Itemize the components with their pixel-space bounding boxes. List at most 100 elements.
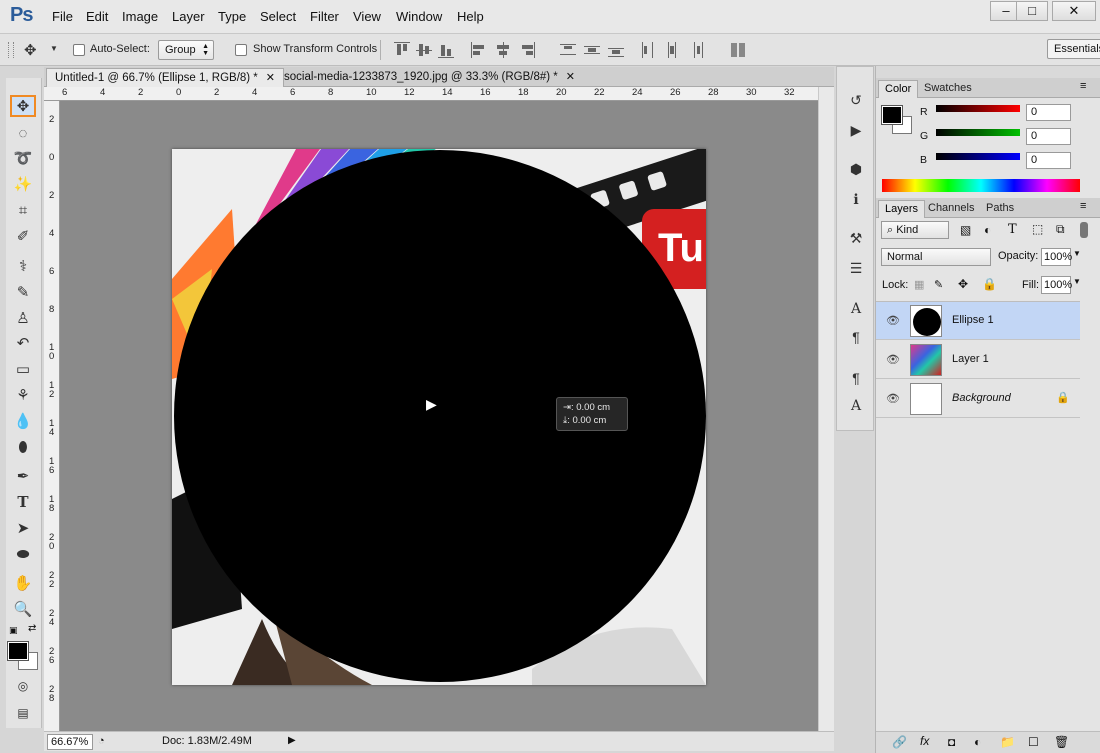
quick-select-icon[interactable]: ✨: [10, 173, 36, 195]
path-selection-icon[interactable]: ➤: [10, 517, 36, 539]
close-icon[interactable]: ✕: [266, 72, 275, 84]
new-group-icon[interactable]: 📁: [1000, 735, 1015, 749]
align-left-icon[interactable]: [471, 42, 487, 58]
tab-color[interactable]: Color: [878, 80, 919, 98]
menu-select[interactable]: Select: [260, 9, 296, 24]
green-value[interactable]: 0: [1026, 128, 1071, 145]
tab-channels[interactable]: Channels: [922, 200, 980, 218]
crop-icon[interactable]: ⌗: [10, 199, 36, 221]
info-panel-icon[interactable]: ℹ: [845, 188, 867, 210]
dodge-icon[interactable]: ⬮: [10, 436, 36, 458]
tab-layers[interactable]: Layers: [878, 200, 926, 218]
green-slider[interactable]: [936, 129, 1020, 136]
panel-menu-icon[interactable]: ≡: [1080, 80, 1086, 92]
3d-panel-icon[interactable]: ⬢: [845, 158, 867, 180]
maximize-button[interactable]: □: [1016, 1, 1048, 21]
align-vcenter-icon[interactable]: [416, 42, 432, 58]
delete-layer-icon[interactable]: 🗑: [1054, 735, 1069, 749]
menu-image[interactable]: Image: [122, 9, 158, 24]
layer-style-fx-icon[interactable]: fx: [920, 734, 929, 748]
move-tool-icon[interactable]: ✥: [10, 95, 36, 117]
document-canvas[interactable]: Tu ⇥: 0.00 cm ⤓: 0.00 cm ▶: [172, 149, 706, 685]
preset-chevron-down-icon[interactable]: ▼: [50, 44, 58, 53]
eyedropper-icon[interactable]: ✐: [10, 225, 36, 247]
align-right-icon[interactable]: [519, 42, 535, 58]
workspace-switcher[interactable]: Essentials: [1047, 39, 1100, 59]
layer-row-ellipse-1[interactable]: 👁 Ellipse 1: [876, 302, 1080, 340]
distribute-vcenter-icon[interactable]: [584, 42, 600, 58]
blur-drop-icon[interactable]: 💧: [10, 410, 36, 432]
lock-position-icon[interactable]: ✥: [958, 277, 968, 291]
red-value[interactable]: 0: [1026, 104, 1071, 121]
history-panel-icon[interactable]: ↺: [845, 89, 867, 111]
distribute-left-icon[interactable]: [640, 42, 656, 58]
filter-toggle[interactable]: [1080, 222, 1088, 238]
lock-all-icon[interactable]: 🔒: [982, 277, 997, 291]
adjustment-filter-icon[interactable]: ◐: [984, 223, 991, 237]
shape-filter-icon[interactable]: ⬚: [1032, 222, 1043, 236]
tab-paths[interactable]: Paths: [980, 200, 1020, 218]
zoom-icon[interactable]: 🔍: [10, 598, 36, 620]
quick-mask-icon[interactable]: ◎: [10, 675, 36, 697]
lasso-icon[interactable]: ➰: [10, 147, 36, 169]
distribute-right-icon[interactable]: [688, 42, 704, 58]
layer-row-background[interactable]: 👁 Background 🔒: [876, 380, 1080, 418]
healing-brush-icon[interactable]: ⚕: [10, 255, 36, 277]
visibility-eye-icon[interactable]: 👁: [886, 353, 900, 366]
default-colors-icon[interactable]: ▣: [9, 625, 18, 636]
distribute-bottom-icon[interactable]: [608, 42, 624, 58]
auto-align-layers-icon[interactable]: [730, 42, 746, 58]
menu-layer[interactable]: Layer: [172, 9, 205, 24]
menu-view[interactable]: View: [353, 9, 381, 24]
fill-value[interactable]: 100%: [1041, 276, 1072, 294]
pen-icon[interactable]: ✒: [10, 465, 36, 487]
blue-value[interactable]: 0: [1026, 152, 1071, 169]
type-tool-icon[interactable]: T: [10, 491, 36, 513]
close-icon[interactable]: ✕: [566, 71, 575, 83]
menu-help[interactable]: Help: [457, 9, 484, 24]
visibility-eye-icon[interactable]: 👁: [886, 392, 900, 405]
zoom-level-field[interactable]: 66.67%: [47, 734, 93, 750]
character-panel-icon[interactable]: A: [845, 298, 867, 320]
distribute-hcenter-icon[interactable]: [664, 42, 680, 58]
red-slider[interactable]: [936, 105, 1020, 112]
paint-bucket-icon[interactable]: ⚘: [10, 384, 36, 406]
menu-filter[interactable]: Filter: [310, 9, 339, 24]
elliptical-marquee-icon[interactable]: ◌: [10, 122, 36, 144]
swap-colors-icon[interactable]: ⇄: [28, 623, 36, 634]
adjustment-layer-icon[interactable]: ◐: [974, 735, 981, 749]
align-hcenter-icon[interactable]: [495, 42, 511, 58]
tab-swatches[interactable]: Swatches: [918, 80, 978, 98]
distribute-top-icon[interactable]: [560, 42, 576, 58]
close-window-button[interactable]: ✕: [1052, 1, 1096, 21]
foreground-color-swatch[interactable]: [7, 641, 29, 661]
tab-social-media[interactable]: social-media-1233873_1920.jpg @ 33.3% (R…: [276, 68, 583, 87]
layer-name[interactable]: Layer 1: [952, 353, 989, 365]
visibility-eye-icon[interactable]: 👁: [886, 314, 900, 327]
history-brush-icon[interactable]: ↶: [10, 332, 36, 354]
color-spectrum-ramp[interactable]: [882, 179, 1080, 192]
menu-type[interactable]: Type: [218, 9, 246, 24]
align-bottom-icon[interactable]: [438, 42, 454, 58]
add-mask-icon[interactable]: ◘: [948, 735, 955, 749]
hand-icon[interactable]: ✋: [10, 572, 36, 594]
panel-menu-icon[interactable]: ≡: [1080, 200, 1086, 212]
vertical-scrollbar[interactable]: [818, 87, 834, 731]
color-fg-swatch[interactable]: [881, 105, 903, 125]
menu-file[interactable]: File: [52, 9, 73, 24]
brush-presets-icon[interactable]: ⚒: [845, 227, 867, 249]
opacity-value[interactable]: 100%: [1041, 248, 1072, 266]
align-top-icon[interactable]: [394, 42, 410, 58]
screen-mode-icon[interactable]: ▤: [10, 702, 36, 724]
canvas-area[interactable]: Tu ⇥: 0.00 cm ⤓: 0.00 cm ▶: [60, 101, 818, 731]
show-transform-checkbox[interactable]: [235, 44, 247, 56]
tab-untitled-1[interactable]: Untitled-1 @ 66.7% (Ellipse 1, RGB/8) * ✕: [46, 68, 285, 87]
pixel-filter-icon[interactable]: ▧: [960, 223, 971, 237]
paragraph-panel-icon[interactable]: ¶: [845, 326, 867, 348]
layer-row-layer-1[interactable]: 👁 Layer 1: [876, 341, 1080, 379]
brush-icon[interactable]: ✎: [10, 281, 36, 303]
move-tool-preset-icon[interactable]: ✥: [24, 41, 37, 59]
auto-select-checkbox[interactable]: [73, 44, 85, 56]
blue-slider[interactable]: [936, 153, 1020, 160]
actions-panel-icon[interactable]: ▶: [845, 119, 867, 141]
